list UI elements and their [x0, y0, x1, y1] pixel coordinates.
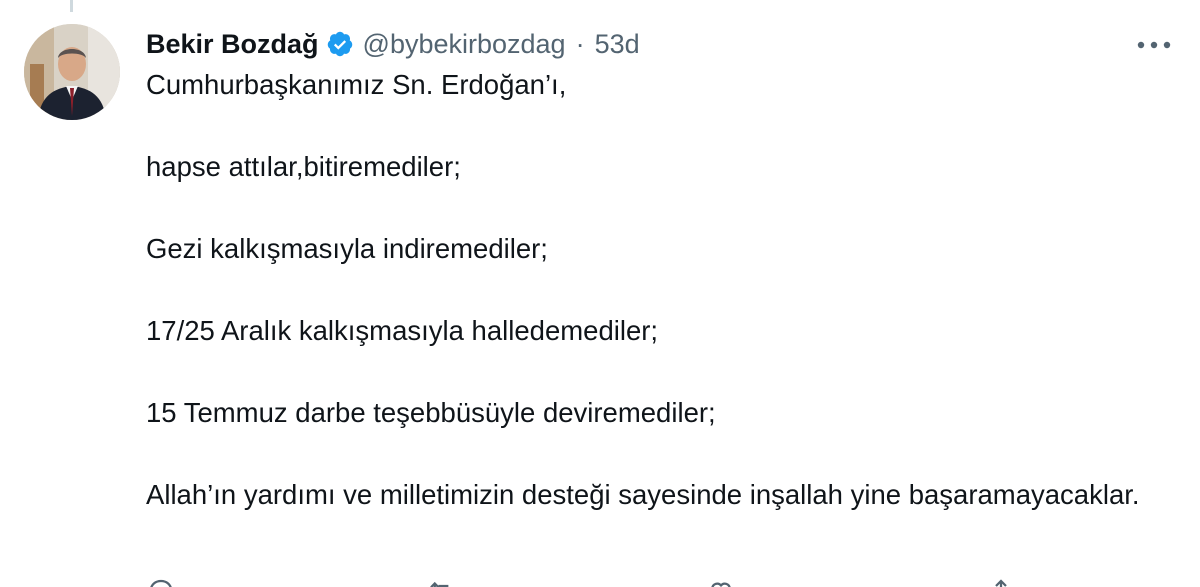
verified-badge-icon: [326, 30, 354, 58]
thread-line: [70, 0, 73, 12]
tweet-time[interactable]: 53d: [595, 29, 640, 60]
share-icon[interactable]: [986, 576, 1016, 587]
tweet-paragraph: Cumhurbaşkanımız Sn. Erdoğan’ı,: [146, 69, 567, 100]
tweet-header: Bekir Bozdağ @bybekirbozdag · 53d: [146, 24, 640, 64]
separator-dot: ·: [575, 28, 585, 59]
tweet-paragraph: 15 Temmuz darbe teşebbüsüyle deviremedil…: [146, 397, 716, 428]
tweet-paragraph: Gezi kalkışmasıyla indiremediler;: [146, 233, 548, 264]
tweet: Bekir Bozdağ @bybekirbozdag · 53d Cumhur…: [0, 0, 1200, 587]
tweet-actions: [146, 576, 1046, 587]
retweet-icon[interactable]: [426, 576, 456, 587]
tweet-paragraph: Allah’ın yardımı ve milletimizin desteği…: [146, 479, 1140, 510]
tweet-text: Cumhurbaşkanımız Sn. Erdoğan’ı, hapse at…: [146, 64, 1166, 515]
tweet-paragraph: hapse attılar,bitiremediler;: [146, 151, 461, 182]
avatar[interactable]: [24, 24, 120, 120]
tweet-paragraph: 17/25 Aralık kalkışmasıyla halledemedile…: [146, 315, 659, 346]
more-options-icon[interactable]: [1134, 30, 1174, 60]
author-handle[interactable]: @bybekirbozdag: [363, 29, 566, 60]
like-icon[interactable]: [706, 576, 736, 587]
author-name[interactable]: Bekir Bozdağ: [146, 29, 319, 60]
reply-icon[interactable]: [146, 576, 176, 587]
